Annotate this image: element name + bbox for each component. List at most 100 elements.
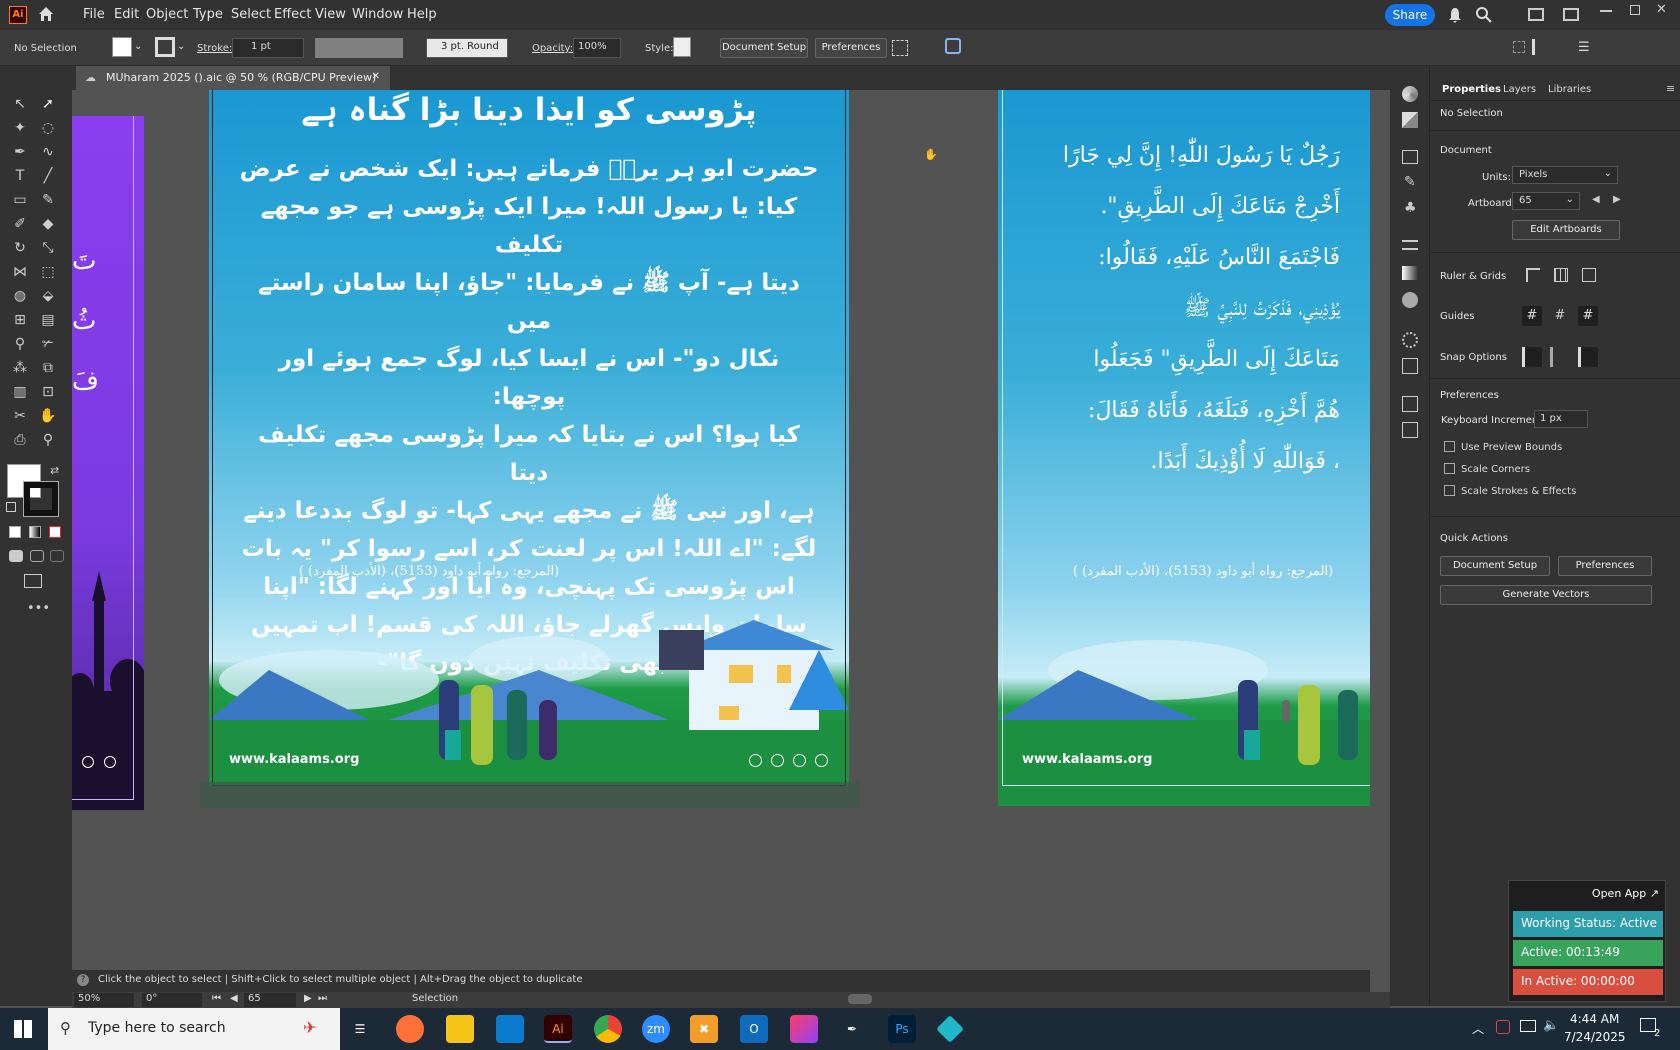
creative-cloud-icon[interactable] [790, 1015, 818, 1043]
generate-vectors-button[interactable]: Generate Vectors [1440, 585, 1652, 605]
width-tool-icon[interactable]: ⋈ [10, 262, 30, 282]
eyedropper-tool-icon[interactable]: ⚲ [10, 334, 30, 354]
arrange-icon[interactable] [1513, 41, 1525, 53]
brush-definition-input[interactable]: 3 pt. Round [426, 38, 508, 58]
prev-artboard-icon[interactable]: ◀ [230, 993, 238, 1004]
illustrator-taskbar-icon[interactable]: Ai [544, 1015, 572, 1043]
snap-to-grid-icon[interactable] [1550, 347, 1570, 367]
file-explorer-icon[interactable] [446, 1015, 474, 1043]
menu-effect[interactable]: Effect [274, 7, 311, 22]
menu-file[interactable]: File [83, 7, 105, 22]
bell-icon[interactable] [1448, 7, 1462, 23]
style-swatch[interactable] [673, 37, 691, 57]
transparency-grid-icon[interactable] [1582, 268, 1596, 282]
shape-builder-tool-icon[interactable]: ◍ [10, 286, 30, 306]
transform-icon[interactable] [892, 40, 908, 56]
rotation-select[interactable]: 0° [142, 993, 202, 1007]
lock-guides-icon[interactable]: # [1550, 306, 1570, 326]
lasso-tool-icon[interactable]: ◌ [38, 118, 58, 138]
zoom-tool-icon[interactable]: ⚲ [38, 430, 58, 450]
stroke-weight-input[interactable]: 1 pt [232, 38, 304, 58]
share-for-review-icon[interactable] [945, 38, 961, 54]
perspective-grid-tool-icon[interactable]: ⊞ [10, 310, 30, 330]
stroke-color-box[interactable] [23, 481, 59, 517]
chrome-icon[interactable] [594, 1015, 622, 1043]
smart-guides-icon[interactable]: # [1578, 306, 1598, 326]
blend-tool-icon[interactable]: ⧉ [38, 358, 58, 378]
minimize-icon[interactable] [1600, 10, 1612, 12]
more-tools-icon[interactable]: ••• [27, 601, 50, 616]
brushes-icon[interactable]: ✎ [1404, 174, 1416, 190]
menu-window[interactable]: Window [352, 7, 403, 22]
preferences-button[interactable]: Preferences [1558, 556, 1652, 576]
gradient-panel-icon[interactable] [1402, 266, 1418, 280]
volume-icon[interactable]: 🔈 [1543, 1018, 1559, 1033]
edit-artboards-button[interactable]: Edit Artboards [1512, 220, 1620, 240]
windows-start-icon[interactable] [14, 1020, 32, 1038]
pen-tool-icon[interactable]: ✒ [10, 142, 30, 162]
open-app-button[interactable]: Open App ↗ [1592, 887, 1659, 900]
column-graph-tool-icon[interactable]: ▥ [10, 382, 30, 402]
close-icon[interactable]: ✕ [1656, 2, 1667, 17]
paintbrush-tool-icon[interactable]: ✎ [38, 190, 58, 210]
menu-edit[interactable]: Edit [114, 7, 139, 22]
taskbar-search-input[interactable]: ⚲ Type here to search ✈ [48, 1008, 340, 1050]
scale-strokes-checkbox[interactable]: Scale Strokes & Effects [1444, 485, 1576, 497]
snap-to-pixel-icon[interactable] [1578, 347, 1598, 367]
symbol-sprayer-tool-icon[interactable]: ⁂ [10, 358, 30, 378]
draw-behind-icon[interactable] [30, 550, 44, 562]
color-mode-icon[interactable] [9, 526, 21, 538]
tab-libraries[interactable]: Libraries [1548, 84, 1591, 95]
symbols-icon[interactable]: ♣ [1404, 200, 1417, 216]
selection-tool-icon[interactable]: ↖ [10, 94, 30, 114]
line-tool-icon[interactable]: ╱ [38, 166, 58, 186]
artboard-right[interactable]: رَجُلٌ يَا رَسُولَ اللّٰهِ! إِنَّ لِي جَ… [998, 90, 1370, 806]
fill-swatch[interactable] [112, 37, 132, 57]
graphic-styles-icon[interactable] [1402, 358, 1418, 374]
tab-layers[interactable]: Layers [1503, 84, 1536, 95]
artboard-select[interactable]: 65 ⌄ [1512, 192, 1580, 210]
previous-artboard-icon[interactable]: ◀ [1592, 194, 1600, 205]
artboard-left[interactable]: تَ ثُ فَ [72, 116, 144, 810]
menu-type[interactable]: Type [193, 7, 223, 22]
artboard-number-input[interactable]: 65 [244, 993, 296, 1007]
variable-width-profile[interactable] [315, 38, 403, 58]
snap-to-point-icon[interactable] [1522, 347, 1542, 367]
panel-menu-icon[interactable]: ≡ [1666, 82, 1675, 95]
curvature-tool-icon[interactable]: ∿ [38, 142, 58, 162]
vscode-icon[interactable] [496, 1015, 524, 1043]
draw-normal-icon[interactable] [9, 550, 23, 562]
screen-mode-icon[interactable] [24, 574, 42, 588]
stroke-panel-icon[interactable] [1402, 240, 1418, 250]
live-paint-tool-icon[interactable]: ⬙ [38, 286, 58, 306]
firefox-icon[interactable] [396, 1015, 424, 1043]
swap-colors-icon[interactable]: ⇄ [50, 464, 59, 477]
next-artboard-icon[interactable]: ▶ [304, 993, 312, 1004]
document-setup-button[interactable]: Document Setup [720, 38, 808, 58]
scale-tool-icon[interactable]: ⤡ [38, 238, 58, 258]
swatches-icon[interactable] [1402, 150, 1418, 164]
default-colors-icon[interactable] [6, 502, 16, 512]
pen-tool-taskbar-icon[interactable]: ✒ [838, 1015, 866, 1043]
gradient-tool-icon[interactable]: ▤ [38, 310, 58, 330]
photoshop-icon[interactable]: Ps [888, 1015, 916, 1043]
tab-close-icon[interactable]: ✕ [372, 71, 380, 82]
maximize-icon[interactable] [1630, 5, 1640, 15]
menu-icon[interactable]: ☰ [1578, 40, 1590, 55]
free-transform-tool-icon[interactable]: ⬚ [38, 262, 58, 282]
show-guides-icon[interactable]: # [1522, 306, 1542, 326]
menu-select[interactable]: Select [231, 7, 271, 22]
slice-tool-icon[interactable]: ✂ [10, 406, 30, 426]
export-icon[interactable] [1402, 396, 1418, 412]
shaper-tool-icon[interactable]: ✐ [10, 214, 30, 234]
document-tab[interactable]: ☁ MUharam 2025 ().aic @ 50 % (RGB/CPU Pr… [76, 66, 390, 90]
horizontal-scrollbar[interactable] [848, 994, 872, 1004]
menu-object[interactable]: Object [146, 7, 188, 22]
keyboard-increment-input[interactable]: 1 px [1534, 410, 1588, 428]
use-preview-bounds-checkbox[interactable]: Use Preview Bounds [1444, 441, 1562, 453]
scale-corners-checkbox[interactable]: Scale Corners [1444, 463, 1530, 475]
task-view-icon[interactable]: ☰ [346, 1015, 374, 1043]
eraser-tool-icon[interactable]: ◆ [38, 214, 58, 234]
type-tool-icon[interactable]: T [10, 166, 30, 186]
hand-tool-icon[interactable]: ✋ [38, 406, 58, 426]
